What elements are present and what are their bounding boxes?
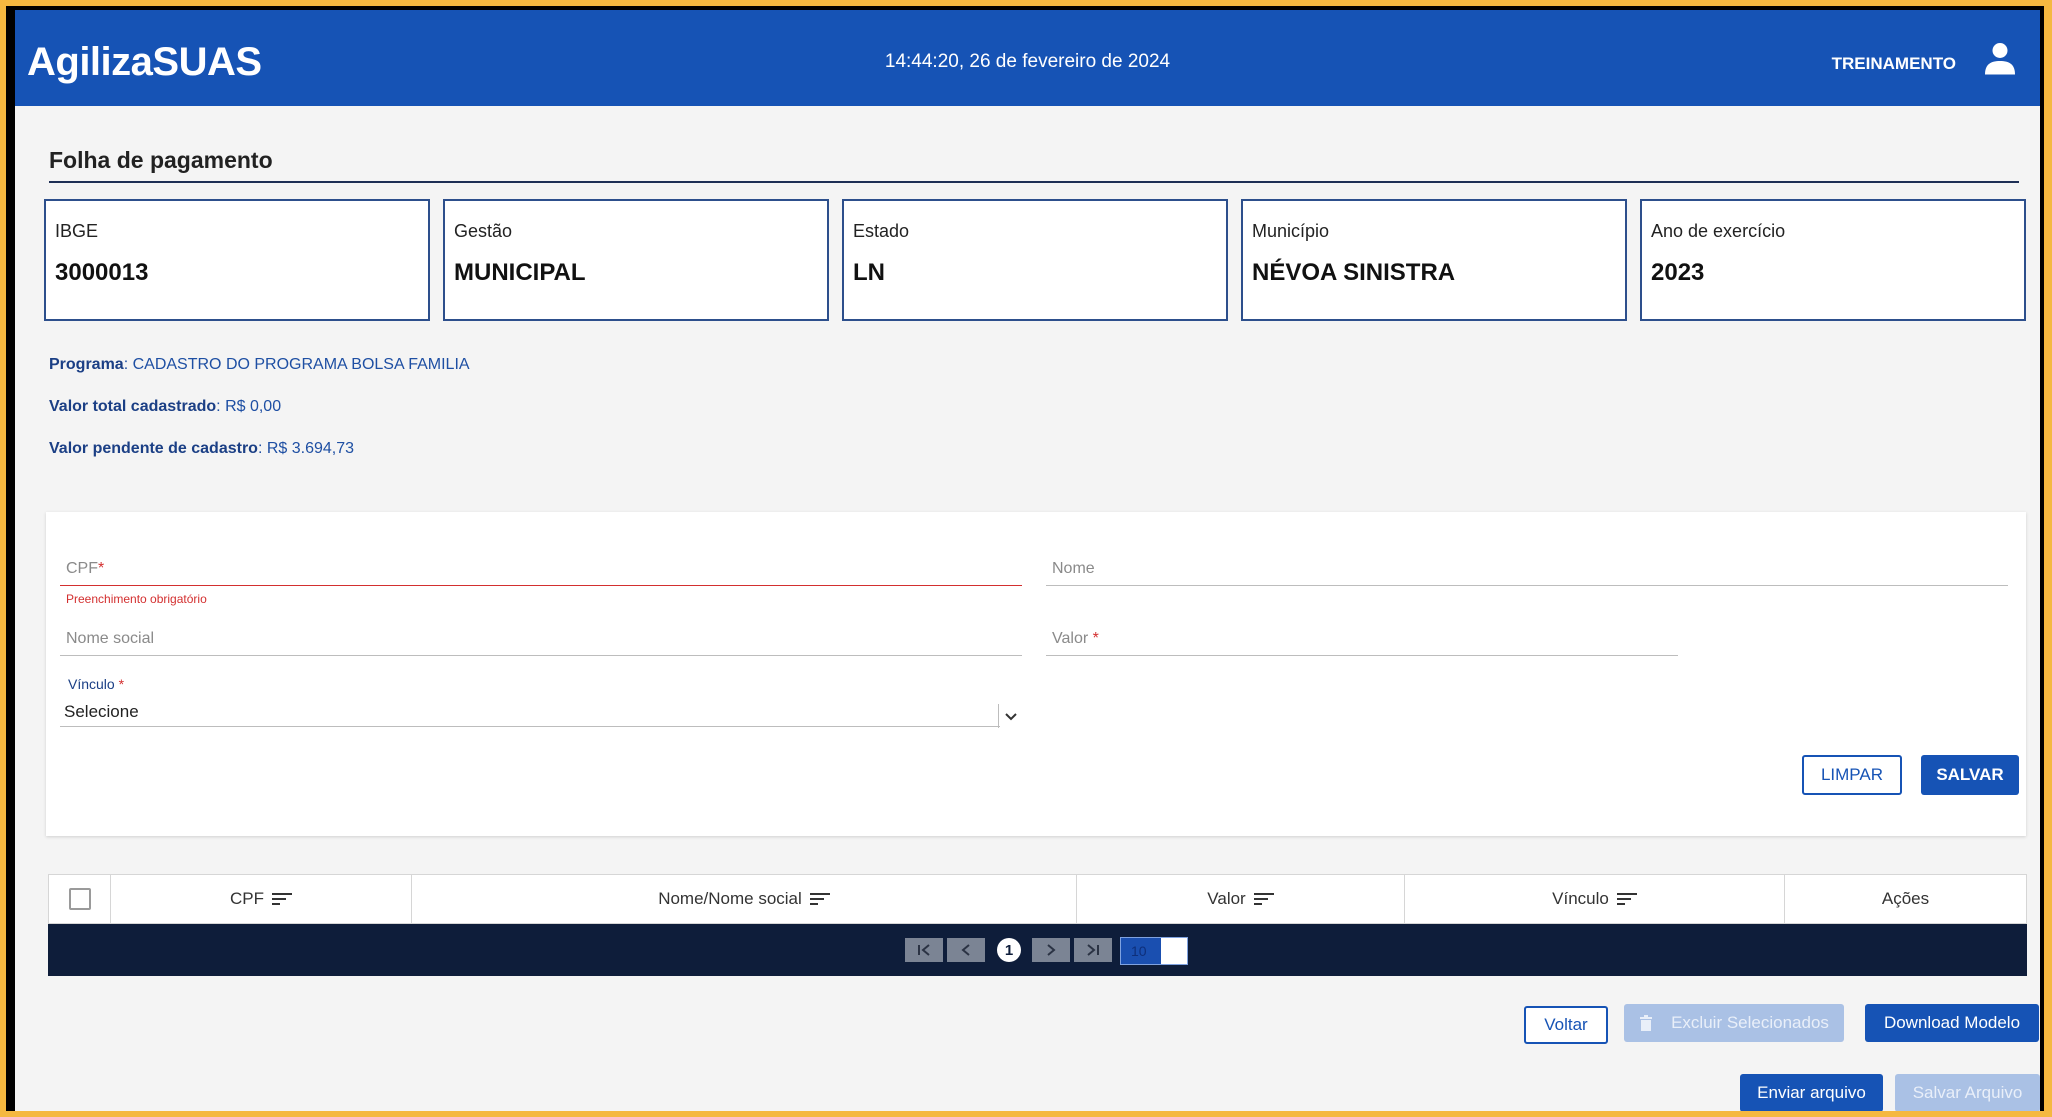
- nome-field[interactable]: Nome: [1046, 552, 2008, 592]
- column-cpf[interactable]: CPF: [111, 875, 412, 923]
- card-label: IBGE: [55, 221, 99, 241]
- card-label: Ano de exercício: [1651, 221, 1786, 241]
- cpf-field[interactable]: CPF* Preenchimento obrigatório: [60, 552, 1022, 612]
- vinculo-selected: Selecione: [64, 702, 139, 721]
- excluir-selecionados-button[interactable]: Excluir Selecionados: [1624, 1004, 1844, 1042]
- user-name[interactable]: TREINAMENTO: [1832, 54, 1956, 74]
- next-page-icon[interactable]: [1032, 938, 1070, 962]
- info-valor-total: Valor total cadastrado: R$ 0,00: [49, 398, 281, 416]
- column-acoes: Ações: [1881, 889, 1930, 908]
- column-valor[interactable]: Valor: [1077, 875, 1405, 923]
- select-all-cell: [49, 875, 111, 923]
- info-programa: Programa: CADASTRO DO PROGRAMA BOLSA FAM…: [49, 356, 470, 374]
- salvar-button[interactable]: SALVAR: [1921, 755, 2019, 795]
- info-label: Valor pendente de cadastro: [49, 440, 258, 457]
- page-size-dropdown[interactable]: [1161, 938, 1187, 964]
- app-root: AgilizaSUAS 14:44:20, 26 de fevereiro de…: [15, 10, 2040, 1111]
- page-title: Folha de pagamento: [49, 147, 273, 173]
- card-value: LN: [853, 259, 885, 286]
- datetime-display: 14:44:20, 26 de fevereiro de 2024: [884, 51, 1171, 72]
- last-page-icon[interactable]: [1074, 938, 1112, 962]
- card-value: 2023: [1651, 259, 1705, 286]
- sort-icon[interactable]: [1616, 892, 1637, 906]
- nome-social-underline: [60, 655, 1022, 656]
- info-valor-pendente: Valor pendente de cadastro: R$ 3.694,73: [49, 440, 354, 458]
- window-frame: AgilizaSUAS 14:44:20, 26 de fevereiro de…: [6, 6, 2044, 1111]
- nome-social-label: Nome social: [66, 630, 155, 647]
- prev-page-icon[interactable]: [947, 938, 985, 962]
- card-gestao: Gestão MUNICIPAL: [443, 199, 829, 321]
- valor-label: Valor *: [1052, 630, 1099, 647]
- cpf-label: CPF*: [66, 560, 105, 577]
- valor-underline: [1046, 655, 1678, 656]
- enviar-arquivo-button[interactable]: Enviar arquivo: [1740, 1074, 1883, 1111]
- cpf-error-message: Preenchimento obrigatório: [66, 592, 207, 606]
- card-value: NÉVOA SINISTRA: [1252, 259, 1456, 286]
- column-nome[interactable]: Nome/Nome social: [412, 875, 1077, 923]
- card-value: MUNICIPAL: [454, 259, 586, 286]
- pagination-bar: 1 10: [48, 924, 2027, 976]
- first-page-icon[interactable]: [905, 938, 943, 962]
- card-municipio: Município NÉVOA SINISTRA: [1241, 199, 1627, 321]
- card-label: Estado: [853, 221, 910, 241]
- sort-icon[interactable]: [809, 892, 830, 906]
- nome-label: Nome: [1052, 560, 1095, 577]
- download-modelo-button[interactable]: Download Modelo: [1865, 1004, 2039, 1042]
- vinculo-select[interactable]: Vínculo * Selecione: [60, 672, 1038, 732]
- form-panel: CPF* Preenchimento obrigatório Nome Nome…: [46, 512, 2026, 836]
- table-header: CPF Nome/Nome social Valor Vínculo Ações: [48, 874, 2027, 924]
- card-ano-exercicio: Ano de exercício 2023: [1640, 199, 2026, 321]
- info-value: : R$ 0,00: [216, 398, 282, 415]
- sort-icon[interactable]: [1253, 892, 1274, 906]
- info-label: Programa: [49, 356, 124, 373]
- current-page[interactable]: 1: [997, 938, 1021, 962]
- valor-field[interactable]: Valor *: [1046, 622, 1678, 662]
- page-size-value: 10: [1131, 943, 1147, 959]
- info-label: Valor total cadastrado: [49, 398, 217, 415]
- chevron-down-icon[interactable]: [998, 704, 1022, 728]
- title-divider: [49, 181, 2019, 183]
- card-label: Município: [1252, 221, 1330, 241]
- page-size-select[interactable]: 10: [1120, 937, 1188, 965]
- vinculo-label: Vínculo *: [68, 676, 125, 692]
- cpf-underline: [60, 585, 1022, 586]
- info-value: : CADASTRO DO PROGRAMA BOLSA FAMILIA: [123, 356, 470, 373]
- card-value: 3000013: [55, 259, 149, 286]
- salvar-arquivo-button[interactable]: Salvar Arquivo: [1895, 1074, 2040, 1111]
- info-value: : R$ 3.694,73: [257, 440, 355, 457]
- top-bar: AgilizaSUAS 14:44:20, 26 de fevereiro de…: [15, 10, 2040, 106]
- card-ibge: IBGE 3000013: [44, 199, 430, 321]
- excluir-label: Excluir Selecionados: [1671, 1013, 1829, 1032]
- vinculo-underline: [60, 726, 1000, 727]
- column-vinculo[interactable]: Vínculo: [1405, 875, 1785, 923]
- select-all-checkbox[interactable]: [68, 888, 91, 910]
- limpar-button[interactable]: LIMPAR: [1802, 755, 1902, 795]
- nome-social-field[interactable]: Nome social: [60, 622, 1022, 662]
- sort-icon[interactable]: [272, 892, 292, 906]
- nome-underline: [1046, 585, 2008, 586]
- card-label: Gestão: [454, 221, 513, 241]
- card-estado: Estado LN: [842, 199, 1228, 321]
- trash-icon: [1640, 1015, 1653, 1031]
- voltar-button[interactable]: Voltar: [1524, 1006, 1608, 1044]
- person-icon[interactable]: [1982, 40, 2018, 76]
